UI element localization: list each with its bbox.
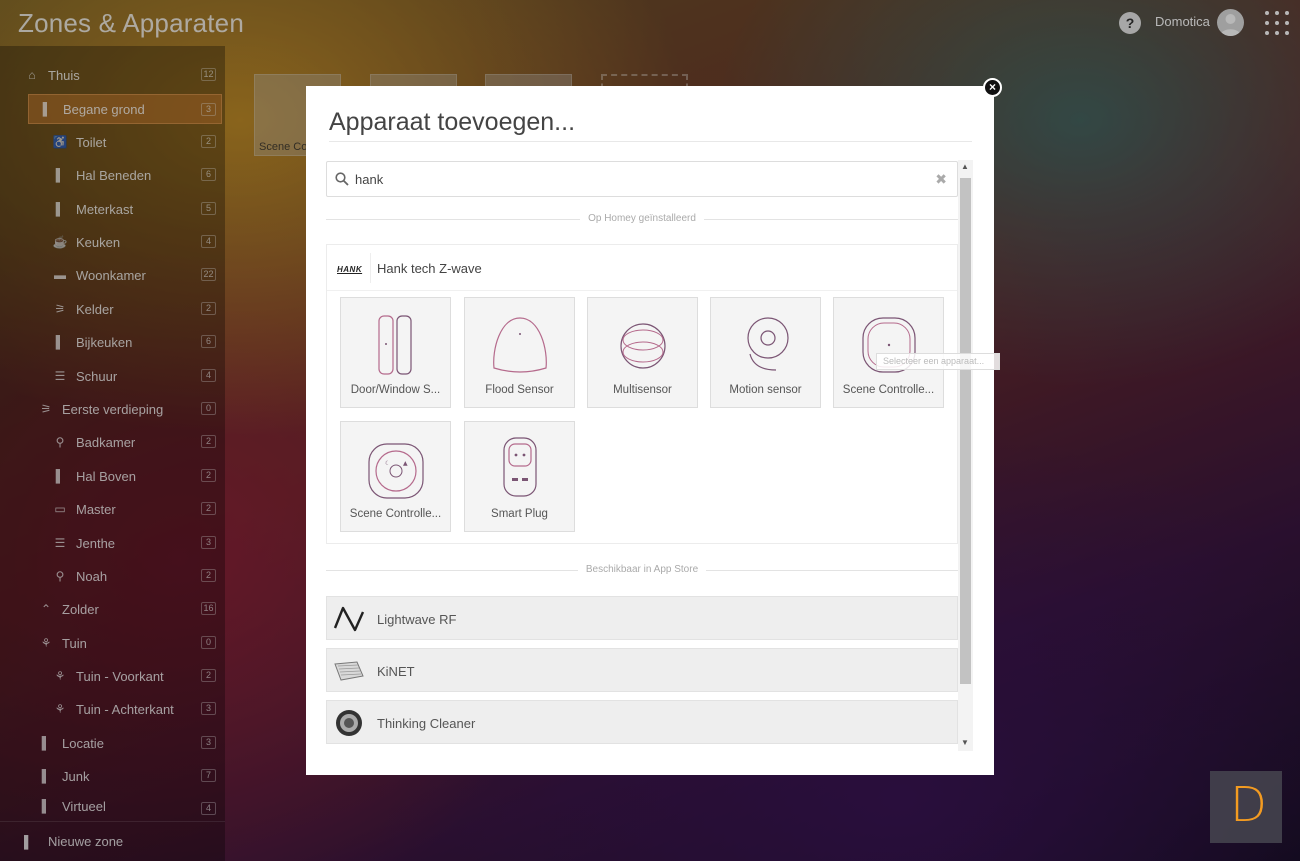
kinet-logo-icon <box>334 661 364 681</box>
roomba-icon <box>336 710 362 736</box>
device-label: Door/Window S... <box>350 384 441 396</box>
device-tooltip: Selecteer een apparaat... <box>876 353 1000 370</box>
device-door-window-sensor[interactable]: Door/Window S... <box>340 297 451 408</box>
store-app-name: Lightwave RF <box>377 612 457 627</box>
installed-section-divider: Op Homey geïnstalleerd <box>326 212 958 226</box>
corner-logo-letter: D <box>1230 777 1267 833</box>
lightwave-logo-icon <box>333 606 365 632</box>
scene-controller-4-icon: ☾ ▲ <box>368 443 424 499</box>
search-input[interactable]: hank ✖ <box>326 161 958 197</box>
brand-separator <box>370 253 371 283</box>
store-app-lightwave-rf[interactable]: Lightwave RF <box>326 596 958 640</box>
dialog-scrollbar[interactable]: ▲ ▼ <box>958 160 973 751</box>
store-section-label: Beschikbaar in App Store <box>577 563 707 577</box>
flood-sensor-icon <box>493 317 547 373</box>
brand-name: Hank tech Z-wave <box>377 261 482 276</box>
hank-logo: HANK <box>337 265 363 274</box>
search-value: hank <box>355 172 384 187</box>
device-label: Scene Controlle... <box>349 508 442 520</box>
brand-header: HANK Hank tech Z-wave <box>327 245 957 291</box>
store-app-thinking-cleaner[interactable]: Thinking Cleaner <box>326 700 958 744</box>
title-divider <box>329 141 972 142</box>
device-scene-controller-4[interactable]: ☾ ▲ Scene Controlle... <box>340 421 451 532</box>
device-label: Smart Plug <box>491 508 548 520</box>
add-device-dialog: Apparaat toevoegen... hank ✖ Op Homey ge… <box>306 86 994 775</box>
scroll-up-icon[interactable]: ▲ <box>961 162 969 171</box>
scroll-down-icon[interactable]: ▼ <box>961 738 969 747</box>
corner-logo: D <box>1210 771 1282 843</box>
device-smart-plug[interactable]: Smart Plug <box>464 421 575 532</box>
search-icon <box>335 172 349 186</box>
close-dialog-icon[interactable]: × <box>983 78 1002 97</box>
store-section-divider: Beschikbaar in App Store <box>326 563 958 577</box>
brand-panel-hank: HANK Hank tech Z-wave Door/Window S... F… <box>326 244 958 544</box>
smart-plug-icon <box>503 437 537 497</box>
device-label: Scene Controlle... <box>842 384 935 396</box>
store-app-kinet[interactable]: KiNET <box>326 648 958 692</box>
device-motion-sensor[interactable]: Motion sensor <box>710 297 821 408</box>
device-label: Flood Sensor <box>485 384 554 396</box>
installed-section-label: Op Homey geïnstalleerd <box>580 212 704 226</box>
device-label: Multisensor <box>613 384 672 396</box>
device-label: Motion sensor <box>729 384 802 396</box>
clear-search-icon[interactable]: ✖ <box>935 171 947 188</box>
store-app-name: KiNET <box>377 664 415 679</box>
svg-text:▲: ▲ <box>403 460 408 467</box>
svg-text:☾: ☾ <box>385 460 390 467</box>
door-window-sensor-icon <box>378 315 412 375</box>
multisensor-icon <box>620 323 666 369</box>
scrollbar-thumb[interactable] <box>960 178 971 684</box>
dialog-title: Apparaat toevoegen... <box>329 108 576 136</box>
device-flood-sensor[interactable]: Flood Sensor <box>464 297 575 408</box>
device-multisensor[interactable]: Multisensor <box>587 297 698 408</box>
motion-sensor-icon <box>747 317 789 371</box>
store-app-name: Thinking Cleaner <box>377 716 476 731</box>
